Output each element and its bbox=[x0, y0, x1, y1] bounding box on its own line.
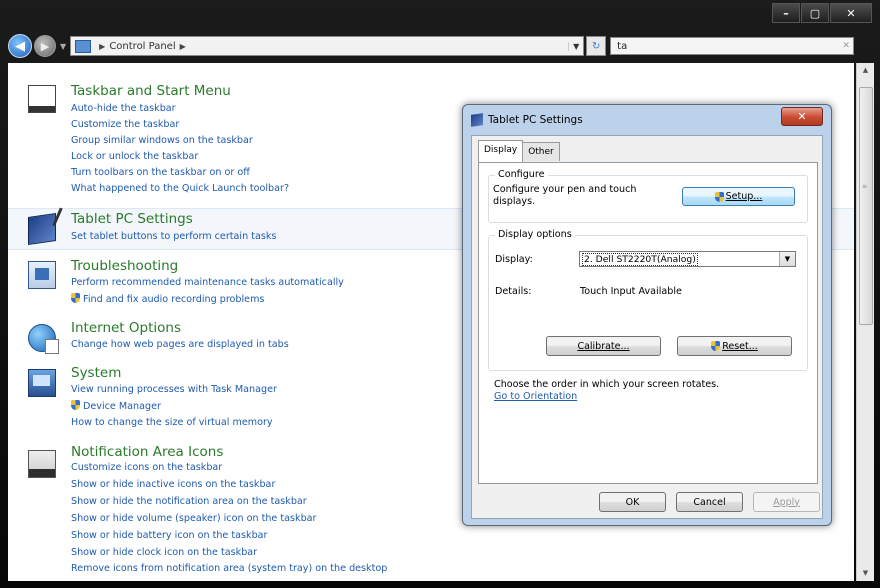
taskbar-icon bbox=[28, 85, 56, 113]
category-title[interactable]: Internet Options bbox=[71, 320, 181, 336]
orientation-description: Choose the order in which your screen ro… bbox=[494, 379, 720, 390]
link-auto-hide-taskbar[interactable]: Auto-hide the taskbar bbox=[71, 103, 176, 114]
link-inactive-icons[interactable]: Show or hide inactive icons on the taskb… bbox=[71, 479, 275, 490]
link-task-manager[interactable]: View running processes with Task Manager bbox=[71, 384, 277, 395]
uac-shield-icon bbox=[71, 293, 80, 303]
link-clock-icon[interactable]: Show or hide clock icon on the taskbar bbox=[71, 547, 257, 558]
recent-pages-dropdown-icon[interactable]: ▼ bbox=[60, 42, 66, 51]
category-title[interactable]: Tablet PC Settings bbox=[71, 211, 193, 227]
setup-button[interactable]: Setup... bbox=[682, 187, 795, 206]
maximize-button[interactable]: ▢ bbox=[801, 3, 829, 23]
close-button[interactable]: ✕ bbox=[830, 3, 872, 23]
dialog-tabs: Display Other bbox=[478, 140, 560, 162]
back-button[interactable]: ◀ bbox=[8, 34, 32, 58]
dialog-body: Display Other Configure Configure your p… bbox=[471, 135, 823, 519]
apply-button[interactable]: Apply bbox=[753, 492, 820, 512]
uac-shield-icon bbox=[71, 400, 80, 410]
link-battery-icon[interactable]: Show or hide battery icon on the taskbar bbox=[71, 530, 268, 541]
link-virtual-memory[interactable]: How to change the size of virtual memory bbox=[71, 417, 273, 428]
go-to-orientation-link[interactable]: Go to Orientation bbox=[494, 391, 577, 402]
tablet-pc-settings-dialog: Tablet PC Settings ✕ Display Other Confi… bbox=[462, 104, 832, 526]
uac-shield-icon bbox=[711, 341, 721, 351]
reset-button[interactable]: Reset... bbox=[677, 336, 792, 356]
tablet-pc-icon bbox=[471, 113, 483, 127]
link-volume-icon[interactable]: Show or hide volume (speaker) icon on th… bbox=[71, 513, 316, 524]
link-remove-icons[interactable]: Remove icons from notification area (sys… bbox=[71, 563, 387, 574]
link-customize-icons[interactable]: Customize icons on the taskbar bbox=[71, 462, 222, 473]
minimize-button[interactable]: – bbox=[772, 3, 800, 23]
category-title[interactable]: Taskbar and Start Menu bbox=[71, 83, 231, 99]
system-icon bbox=[28, 369, 56, 397]
configure-group: Configure Configure your pen and touch d… bbox=[488, 169, 808, 223]
details-label: Details: bbox=[495, 286, 532, 297]
control-panel-icon bbox=[75, 39, 92, 53]
chevron-down-icon[interactable]: ▼ bbox=[779, 252, 795, 266]
link-lock-taskbar[interactable]: Lock or unlock the taskbar bbox=[71, 151, 198, 162]
scrollbar-thumb[interactable] bbox=[859, 87, 873, 325]
link-device-manager[interactable]: Device Manager bbox=[71, 400, 161, 412]
dialog-title-bar[interactable]: Tablet PC Settings bbox=[471, 111, 583, 129]
scrollbar-grip-icon: ≡ bbox=[862, 183, 868, 190]
clear-search-icon[interactable]: ✕ bbox=[839, 41, 853, 51]
navigation-bar: ◀ ▶ ▼ ▶ Control Panel ▶ ▼ ↻ ta ✕ bbox=[8, 33, 874, 59]
notification-area-icon bbox=[28, 450, 56, 478]
calibrate-button[interactable]: Calibrate... bbox=[546, 336, 661, 356]
breadcrumb-separator-icon[interactable]: ▶ bbox=[180, 42, 186, 51]
display-select[interactable]: 2. Dell ST2220T(Analog) ▼ bbox=[579, 251, 796, 267]
troubleshooting-icon bbox=[28, 261, 56, 289]
internet-options-icon bbox=[28, 324, 59, 354]
display-tab-panel: Configure Configure your pen and touch d… bbox=[478, 162, 818, 484]
category-title[interactable]: System bbox=[71, 365, 121, 381]
configure-group-label: Configure bbox=[495, 169, 548, 180]
display-options-group-label: Display options bbox=[495, 229, 575, 240]
category-title[interactable]: Troubleshooting bbox=[71, 258, 178, 274]
category-title[interactable]: Notification Area Icons bbox=[71, 444, 223, 460]
search-input[interactable]: ta ✕ bbox=[610, 37, 855, 55]
dialog-close-button[interactable]: ✕ bbox=[781, 107, 823, 126]
link-group-similar-windows[interactable]: Group similar windows on the taskbar bbox=[71, 135, 253, 146]
window-controls: – ▢ ✕ bbox=[772, 3, 872, 23]
link-turn-toolbars[interactable]: Turn toolbars on the taskbar on or off bbox=[71, 167, 250, 178]
tablet-pc-icon bbox=[28, 213, 56, 245]
cancel-button[interactable]: Cancel bbox=[676, 492, 743, 512]
breadcrumb-separator-icon[interactable]: ▶ bbox=[99, 42, 105, 51]
link-web-pages-tabs[interactable]: Change how web pages are displayed in ta… bbox=[71, 339, 289, 350]
refresh-button[interactable]: ↻ bbox=[586, 36, 607, 56]
link-audio-recording[interactable]: Find and fix audio recording problems bbox=[71, 293, 264, 305]
scroll-up-icon[interactable]: ▲ bbox=[857, 63, 874, 78]
display-label: Display: bbox=[495, 254, 533, 265]
display-select-value: 2. Dell ST2220T(Analog) bbox=[582, 252, 698, 266]
search-input-value[interactable]: ta bbox=[617, 41, 839, 52]
details-value: Touch Input Available bbox=[580, 286, 682, 297]
forward-button[interactable]: ▶ bbox=[34, 35, 56, 57]
vertical-scrollbar[interactable]: ▲ ≡ ▼ bbox=[856, 63, 874, 581]
display-options-group: Display options Display: 2. Dell ST2220T… bbox=[488, 229, 808, 371]
dialog-title: Tablet PC Settings bbox=[488, 114, 583, 126]
ok-button[interactable]: OK bbox=[599, 492, 666, 512]
breadcrumb-control-panel[interactable]: Control Panel bbox=[109, 41, 175, 52]
link-tablet-buttons[interactable]: Set tablet buttons to perform certain ta… bbox=[71, 231, 276, 242]
link-notification-area[interactable]: Show or hide the notification area on th… bbox=[71, 496, 307, 507]
link-quick-launch[interactable]: What happened to the Quick Launch toolba… bbox=[71, 183, 289, 194]
link-customize-taskbar[interactable]: Customize the taskbar bbox=[71, 119, 179, 130]
link-maintenance-tasks[interactable]: Perform recommended maintenance tasks au… bbox=[71, 277, 344, 288]
scroll-down-icon[interactable]: ▼ bbox=[857, 566, 874, 581]
tab-display[interactable]: Display bbox=[478, 140, 524, 162]
address-dropdown-icon[interactable]: ▼ bbox=[568, 41, 583, 51]
address-bar[interactable]: ▶ Control Panel ▶ ▼ bbox=[70, 36, 585, 56]
configure-description: Configure your pen and touch displays. bbox=[493, 184, 637, 207]
tab-other[interactable]: Other bbox=[522, 142, 560, 161]
uac-shield-icon bbox=[714, 191, 724, 202]
